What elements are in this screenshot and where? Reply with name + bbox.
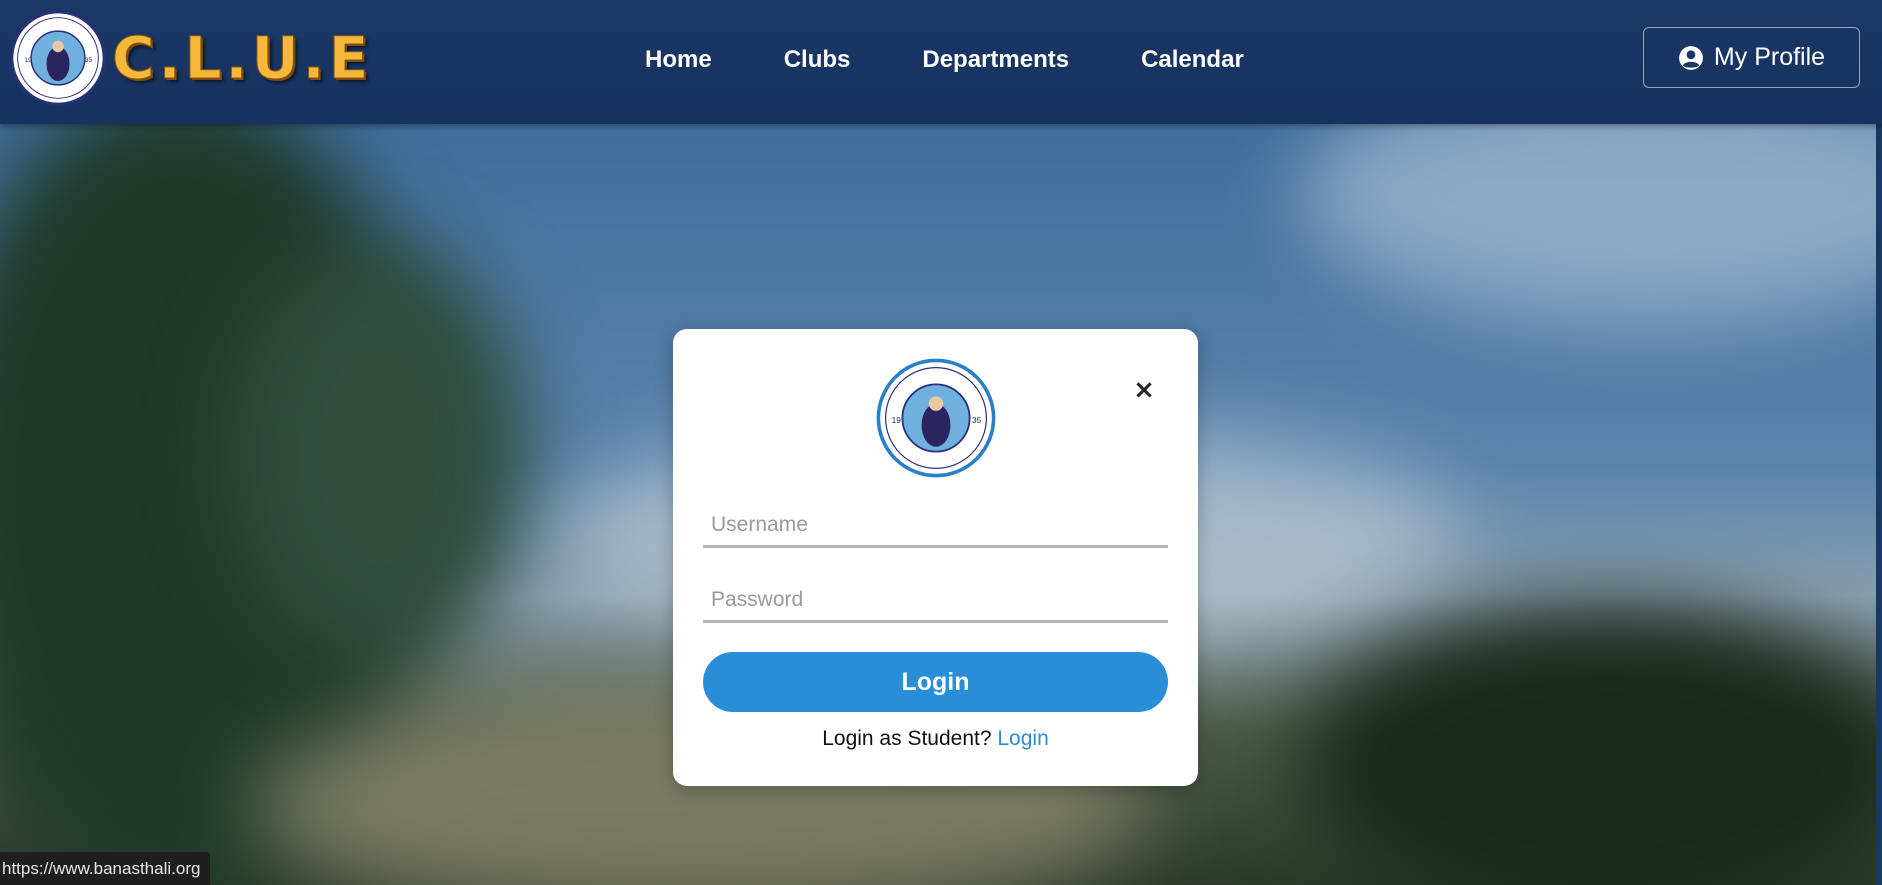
student-login-text: Login as Student? bbox=[822, 727, 992, 750]
seal-year-right: 35 bbox=[85, 57, 93, 64]
seal-year-right: 35 bbox=[972, 415, 982, 425]
my-profile-label: My Profile bbox=[1713, 43, 1826, 71]
brand-title: C.L.U.E bbox=[111, 24, 373, 93]
nav-departments[interactable]: Departments bbox=[922, 46, 1069, 74]
nav-home[interactable]: Home bbox=[645, 46, 712, 74]
nav-clubs[interactable]: Clubs bbox=[784, 46, 851, 74]
nav-calendar[interactable]: Calendar bbox=[1141, 46, 1244, 74]
password-input[interactable] bbox=[703, 579, 1168, 623]
student-login-prompt: Login as Student? Login bbox=[673, 727, 1198, 751]
username-input[interactable] bbox=[703, 504, 1168, 548]
login-button[interactable]: Login bbox=[703, 652, 1168, 712]
university-seal-logo: 19 35 bbox=[10, 10, 106, 106]
scrollbar[interactable] bbox=[1876, 124, 1882, 885]
close-button[interactable]: × bbox=[1131, 375, 1157, 405]
my-profile-button[interactable]: My Profile bbox=[1643, 27, 1860, 88]
main-nav: Home Clubs Departments Calendar bbox=[645, 0, 1316, 120]
university-seal-logo: 19 35 bbox=[876, 358, 996, 478]
login-modal: 19 35 × Login Login as Student? Login bbox=[673, 329, 1198, 786]
status-bar-url: https://www.banasthali.org bbox=[0, 852, 211, 885]
student-login-link[interactable]: Login bbox=[997, 727, 1048, 750]
user-circle-icon bbox=[1679, 45, 1703, 70]
seal-year-left: 19 bbox=[892, 415, 902, 425]
navbar: 19 35 C.L.U.E Home Clubs Departments Cal… bbox=[0, 0, 1882, 124]
seal-year-left: 19 bbox=[24, 57, 32, 64]
brand[interactable]: 19 35 C.L.U.E bbox=[10, 10, 372, 106]
close-icon: × bbox=[1133, 375, 1155, 405]
